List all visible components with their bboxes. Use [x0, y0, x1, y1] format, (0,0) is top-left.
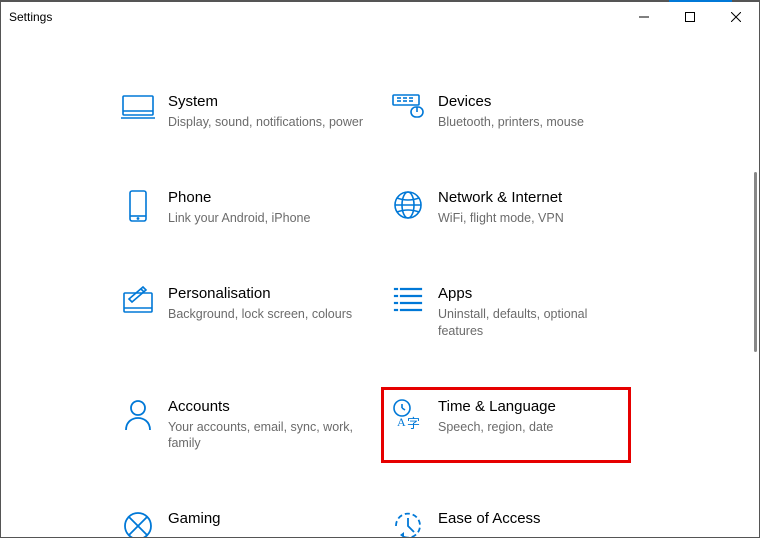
tile-time-language[interactable]: A 字 Time & Language Speech, region, date	[381, 387, 631, 464]
maximize-button[interactable]	[667, 2, 713, 32]
window-title: Settings	[9, 10, 52, 24]
tile-phone[interactable]: Phone Link your Android, iPhone	[111, 178, 381, 238]
tile-sub: Speech, region, date	[438, 419, 620, 436]
tile-sub: Display, sound, notifications, power	[168, 114, 370, 131]
tile-ease-of-access[interactable]: Ease of Access	[381, 499, 631, 537]
settings-window: Settings	[0, 0, 760, 538]
tile-title: Ease of Access	[438, 510, 620, 527]
system-icon	[114, 93, 162, 121]
tile-devices[interactable]: Devices Bluetooth, printers, mouse	[381, 82, 631, 142]
tile-title: Phone	[168, 189, 370, 206]
tile-title: Personalisation	[168, 285, 370, 302]
tile-sub: Bluetooth, printers, mouse	[438, 114, 620, 131]
tile-apps[interactable]: Apps Uninstall, defaults, optional featu…	[381, 274, 631, 351]
svg-text:字: 字	[407, 416, 420, 430]
personalisation-icon	[114, 285, 162, 315]
tile-gaming[interactable]: Gaming	[111, 499, 381, 537]
tile-title: Gaming	[168, 510, 370, 527]
close-button[interactable]	[713, 2, 759, 32]
apps-icon	[384, 285, 432, 313]
window-accent	[669, 0, 732, 2]
settings-grid: System Display, sound, notifications, po…	[111, 82, 751, 537]
window-controls	[621, 2, 759, 32]
tile-title: System	[168, 93, 370, 110]
accounts-icon	[114, 398, 162, 432]
tile-title: Time & Language	[438, 398, 620, 415]
tile-sub: Link your Android, iPhone	[168, 210, 370, 227]
tile-personalisation[interactable]: Personalisation Background, lock screen,…	[111, 274, 381, 351]
tile-title: Network & Internet	[438, 189, 620, 206]
tile-accounts[interactable]: Accounts Your accounts, email, sync, wor…	[111, 387, 381, 464]
titlebar: Settings	[1, 2, 759, 32]
tile-sub: WiFi, flight mode, VPN	[438, 210, 620, 227]
content-area: System Display, sound, notifications, po…	[1, 32, 759, 537]
tile-title: Apps	[438, 285, 620, 302]
gaming-icon	[114, 510, 162, 537]
tile-sub: Your accounts, email, sync, work, family	[168, 419, 370, 453]
tile-sub: Background, lock screen, colours	[168, 306, 370, 323]
phone-icon	[114, 189, 162, 223]
tile-network[interactable]: Network & Internet WiFi, flight mode, VP…	[381, 178, 631, 238]
svg-text:A: A	[397, 415, 406, 429]
devices-icon	[384, 93, 432, 121]
tile-system[interactable]: System Display, sound, notifications, po…	[111, 82, 381, 142]
globe-icon	[384, 189, 432, 221]
ease-of-access-icon	[384, 510, 432, 537]
tile-sub: Uninstall, defaults, optional features	[438, 306, 620, 340]
time-language-icon: A 字	[384, 398, 432, 430]
scrollbar-thumb[interactable]	[754, 172, 757, 352]
tile-title: Accounts	[168, 398, 370, 415]
tile-title: Devices	[438, 93, 620, 110]
minimize-button[interactable]	[621, 2, 667, 32]
